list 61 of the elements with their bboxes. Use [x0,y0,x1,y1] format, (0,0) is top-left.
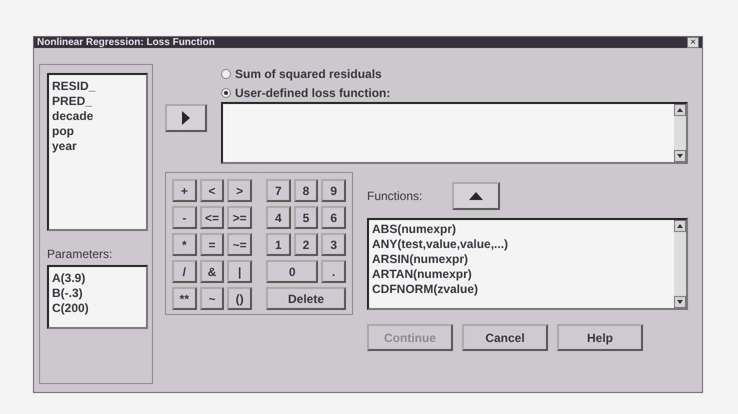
dialog-button[interactable]: Help [557,324,643,351]
keypad-key[interactable]: 9 [321,179,346,202]
keypad-key[interactable]: Delete [266,287,346,310]
function-item[interactable]: ABS(numexpr) [372,222,508,237]
up-arrow-icon [469,192,484,200]
keypad-key[interactable]: 5 [294,206,318,229]
keypad-key[interactable]: 1 [266,233,291,256]
keypad-key[interactable]: < [200,179,224,202]
keypad-key[interactable]: 0 [266,260,318,283]
keypad-key[interactable]: * [172,233,197,256]
keypad-key[interactable]: <= [200,206,224,229]
scroll-up-icon[interactable] [674,104,686,116]
keypad-key[interactable]: 4 [266,206,291,229]
variable-item[interactable]: year [52,139,143,154]
scroll-down-icon[interactable] [674,150,686,162]
function-item[interactable]: ARTAN(numexpr) [372,267,508,282]
keypad-key[interactable]: + [172,179,197,202]
close-button[interactable]: × [687,37,699,48]
parameters-label: Parameters: [47,247,114,261]
function-item[interactable]: ARSIN(numexpr) [372,252,508,267]
keypad-key[interactable]: / [172,260,197,283]
keypad-key[interactable]: . [321,260,346,283]
radio-button[interactable] [221,68,231,78]
variable-item[interactable]: PRED_ [52,94,143,109]
keypad-key[interactable]: 8 [294,179,318,202]
keypad-key[interactable]: 7 [266,179,291,202]
variable-item[interactable]: pop [52,124,143,139]
scroll-down-icon[interactable] [674,296,686,308]
function-item[interactable]: CDFNORM(zvalue) [372,282,508,297]
parameter-item[interactable]: C(200) [52,301,143,316]
keypad-key[interactable]: ~ [200,287,224,310]
keypad-key[interactable]: () [227,287,252,310]
keypad-key[interactable]: - [172,206,197,229]
keypad-key[interactable]: > [227,179,252,202]
keypad-key[interactable]: & [200,260,224,283]
scrollbar[interactable] [674,104,686,162]
parameter-item[interactable]: A(3.9) [52,271,143,286]
functions-label: Functions: [367,189,422,203]
move-up-button[interactable] [452,182,500,210]
keypad-key[interactable]: 6 [321,206,346,229]
window-title: Nonlinear Regression: Loss Function [37,37,215,48]
dialog-button[interactable]: Cancel [462,324,548,351]
keypad-key[interactable]: | [227,260,252,283]
function-item[interactable]: ANY(test,value,value,...) [372,237,508,252]
keypad-key[interactable]: >= [227,206,252,229]
scrollbar[interactable] [674,220,686,308]
move-right-button[interactable] [165,104,207,132]
expression-field[interactable] [221,102,688,164]
keypad-key[interactable]: 3 [321,233,346,256]
right-arrow-icon [182,111,190,125]
parameter-item[interactable]: B(-.3) [52,286,143,301]
keypad-key[interactable]: ~= [227,233,252,256]
radio-label[interactable]: Sum of squared residuals [235,66,382,80]
radio-button[interactable] [221,88,231,98]
scroll-up-icon[interactable] [674,220,686,232]
keypad-key[interactable]: 2 [294,233,318,256]
radio-label[interactable]: User-defined loss function: [235,86,390,100]
variable-item[interactable]: decade [52,109,143,124]
keypad-key[interactable]: = [200,233,224,256]
keypad-key[interactable]: ** [172,287,197,310]
variable-item[interactable]: RESID_ [52,79,143,94]
